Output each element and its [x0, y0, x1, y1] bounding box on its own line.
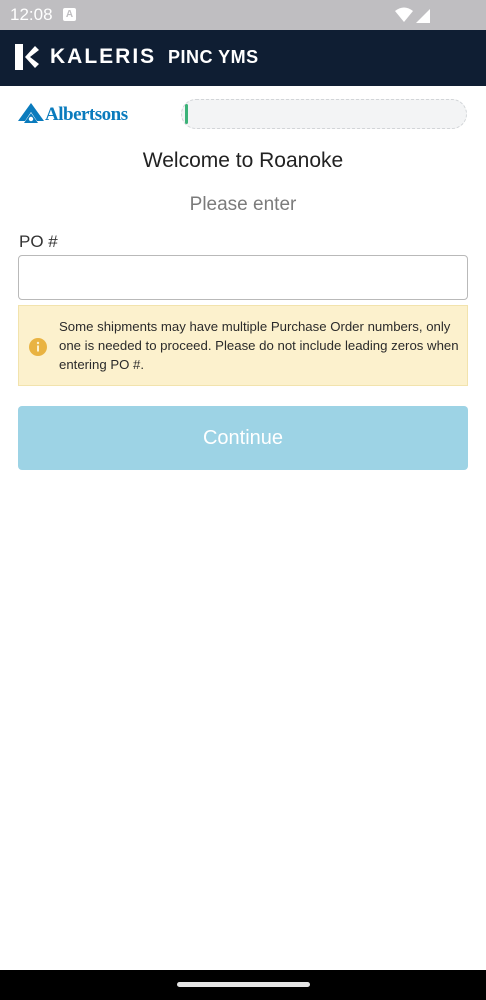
status-bar: 12:08 A	[0, 0, 486, 30]
home-gesture-handle[interactable]	[177, 982, 310, 987]
brand-name: KALERIS	[50, 45, 157, 68]
kaleris-logo-icon	[15, 44, 39, 70]
cellular-signal-icon	[416, 9, 430, 23]
page-title: Welcome to Roanoke	[142, 149, 344, 172]
continue-button[interactable]: Continue	[18, 406, 468, 470]
notification-icon: A	[63, 8, 76, 21]
po-input[interactable]	[18, 255, 468, 300]
instruction-text: Please enter	[189, 194, 297, 215]
status-time: 12:08	[10, 5, 53, 24]
progress-fill	[185, 104, 188, 124]
wifi-icon	[395, 7, 413, 22]
client-logo-text: Albertsons	[45, 104, 128, 125]
product-name: PINC YMS	[168, 47, 259, 67]
albertsons-logo-icon	[18, 103, 44, 123]
notice-box: Some shipments may have multiple Purchas…	[18, 305, 468, 386]
progress-bar	[181, 99, 467, 129]
status-icons	[394, 6, 434, 29]
po-label: PO #	[19, 232, 58, 251]
navigation-bar	[0, 970, 486, 1000]
info-icon	[29, 338, 47, 356]
notice-text: Some shipments may have multiple Purchas…	[59, 319, 459, 372]
app-header: KALERIS PINC YMS	[0, 30, 486, 86]
